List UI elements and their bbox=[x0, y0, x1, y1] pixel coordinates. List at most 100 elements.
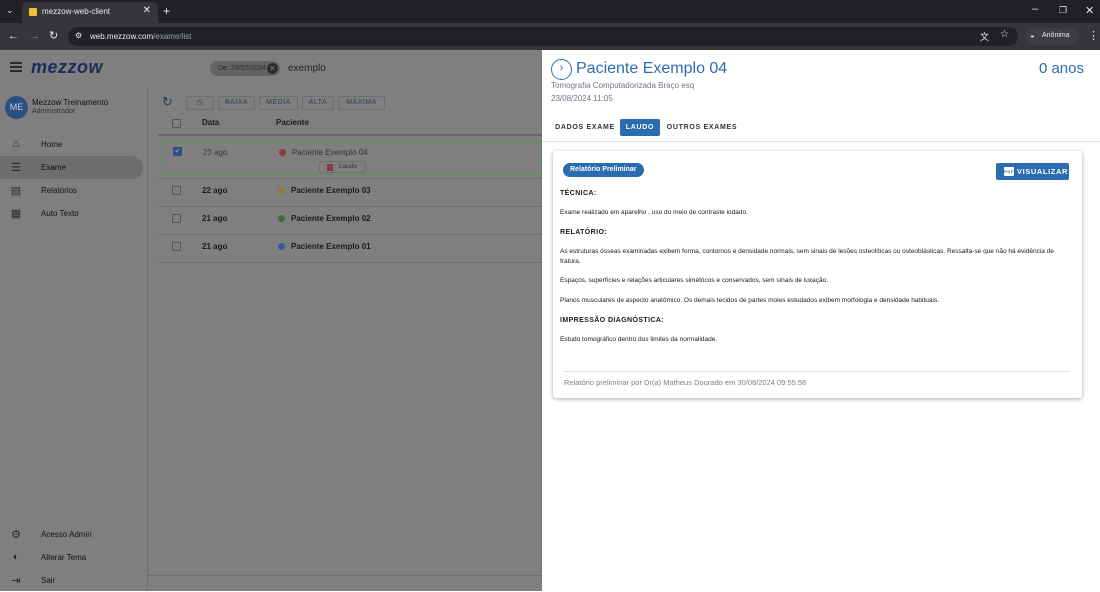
priority-maxima-button[interactable]: MÁXIMA bbox=[338, 96, 385, 110]
table-row[interactable]: ✓ 23 ago Paciente Exemplo 04 Laudo bbox=[161, 142, 542, 175]
sidebar-item-label: Acesso Admin bbox=[41, 530, 92, 539]
clear-filter-icon[interactable]: ✕ bbox=[267, 63, 278, 74]
column-header-paciente[interactable]: Paciente bbox=[276, 118, 309, 127]
browser-tab-bar: ⌄ mezzow-web-client ✕ + – ❐ ✕ bbox=[0, 0, 1100, 23]
back-arrow-icon[interactable]: ← bbox=[8, 30, 19, 42]
collapse-panel-button[interactable]: › bbox=[551, 59, 572, 80]
sidebar-item-relatorios[interactable]: ▤ Relatórios bbox=[0, 179, 143, 202]
user-role: Administrador bbox=[32, 108, 76, 115]
incognito-icon: ◒ bbox=[1030, 31, 1035, 40]
row-patient-name: Paciente Exemplo 03 bbox=[291, 186, 371, 195]
url-text: web.mezzow.com/exame/list bbox=[90, 32, 192, 41]
status-dot bbox=[278, 215, 285, 222]
new-tab-icon[interactable]: + bbox=[163, 4, 170, 18]
laudo-chip[interactable]: Laudo bbox=[319, 161, 366, 173]
hamburger-menu-icon[interactable] bbox=[10, 62, 22, 72]
row-checkbox[interactable] bbox=[172, 186, 181, 195]
close-tab-icon[interactable]: ✕ bbox=[143, 5, 151, 16]
exam-list: ↻ ◷ BAIXA MÉDIA ALTA MÁXIMA Data Pacient… bbox=[148, 88, 542, 591]
tab-outros-exames[interactable]: OUTROS EXAMES bbox=[664, 119, 740, 136]
app-header: mezzow De: 29/02/2024 ✕ exemplo bbox=[0, 50, 542, 88]
row-checkbox[interactable] bbox=[172, 214, 181, 223]
chevron-right-icon: › bbox=[559, 62, 564, 74]
profile-label: Anônima bbox=[1042, 32, 1070, 39]
auto-text-icon: ▦ bbox=[10, 208, 22, 220]
tab-laudo[interactable]: LAUDO bbox=[620, 119, 660, 136]
sidebar-item-label: Auto Texto bbox=[41, 209, 79, 218]
reload-icon[interactable]: ↻ bbox=[49, 29, 58, 42]
bookmark-star-icon[interactable]: ☆ bbox=[1000, 29, 1009, 40]
close-window-icon[interactable]: ✕ bbox=[1085, 4, 1094, 17]
date-filter-label: De: 29/02/2024 bbox=[218, 65, 266, 72]
report-signature: Relatório preliminar por Dr(a) Matheus D… bbox=[564, 378, 807, 387]
history-button[interactable]: ◷ bbox=[186, 96, 214, 110]
status-dot bbox=[278, 187, 285, 194]
sidebar-item-home[interactable]: ⌂ Home bbox=[0, 133, 143, 156]
pdf-icon bbox=[327, 164, 333, 171]
relatorio-paragraph: Espaços, superfícies e relações articula… bbox=[560, 277, 829, 284]
priority-media-button[interactable]: MÉDIA bbox=[259, 96, 298, 110]
sidebar-item-label: Alterar Tema bbox=[41, 553, 87, 562]
pdf-icon: PDF bbox=[1004, 167, 1014, 176]
app-root: mezzow De: 29/02/2024 ✕ exemplo ME Mezzo… bbox=[0, 50, 1100, 591]
exam-description: Tomografia Computadorizada Braço esq bbox=[551, 81, 695, 90]
translate-icon[interactable]: 文 bbox=[980, 30, 989, 43]
sidebar-item-sair[interactable]: ⇥ Sair bbox=[0, 569, 143, 592]
tab-search-icon[interactable]: ⌄ bbox=[6, 5, 14, 16]
list-icon: ☰ bbox=[11, 162, 21, 174]
table-row[interactable]: 21 ago Paciente Exemplo 02 bbox=[161, 206, 542, 234]
column-header-data[interactable]: Data bbox=[202, 118, 219, 127]
restore-icon[interactable]: ❐ bbox=[1059, 5, 1067, 16]
table-row[interactable]: 21 ago Paciente Exemplo 01 bbox=[161, 234, 542, 262]
laudo-chip-label: Laudo bbox=[339, 163, 358, 170]
date-filter-chip[interactable]: De: 29/02/2024 ✕ bbox=[210, 61, 280, 76]
tecnica-text: Exame realizado em aparelho , uso do mei… bbox=[560, 209, 748, 216]
search-input[interactable]: exemplo bbox=[288, 63, 326, 74]
status-dot bbox=[279, 149, 286, 156]
favicon-icon bbox=[29, 8, 37, 16]
visualizar-button[interactable]: PDF VISUALIZAR bbox=[996, 163, 1069, 180]
row-date: 23 ago bbox=[203, 148, 228, 157]
sidebar-item-alterar-tema[interactable]: ◐ Alterar Tema bbox=[0, 546, 143, 569]
table-row[interactable]: 22 ago Paciente Exemplo 03 bbox=[161, 178, 542, 206]
priority-alta-button[interactable]: ALTA bbox=[302, 96, 334, 110]
list-bottom-divider bbox=[148, 575, 542, 576]
browser-tab-title: mezzow-web-client bbox=[42, 7, 111, 16]
url-field[interactable]: ⚙ web.mezzow.com/exame/list 文 ☆ bbox=[68, 27, 1018, 46]
browser-menu-icon[interactable]: ⋮ bbox=[1088, 29, 1099, 42]
address-bar: ← → ↻ ⚙ web.mezzow.com/exame/list 文 ☆ ◒ … bbox=[0, 23, 1100, 50]
minimize-icon[interactable]: – bbox=[1032, 3, 1038, 15]
user-name: Mezzow Treinamento bbox=[32, 98, 109, 107]
history-icon: ◷ bbox=[196, 99, 204, 106]
sidebar-item-label: Home bbox=[41, 140, 63, 149]
select-all-checkbox[interactable] bbox=[172, 119, 181, 128]
row-checkbox[interactable] bbox=[172, 242, 181, 251]
visualizar-label: VISUALIZAR bbox=[1017, 167, 1068, 176]
patient-age: 0 anos bbox=[1038, 60, 1084, 77]
priority-baixa-button[interactable]: BAIXA bbox=[218, 96, 255, 110]
site-info-icon[interactable]: ⚙ bbox=[75, 31, 82, 40]
forward-arrow-icon[interactable]: → bbox=[29, 30, 40, 42]
report-divider bbox=[564, 371, 1070, 372]
row-divider bbox=[158, 262, 542, 263]
tab-dados-exame[interactable]: DADOS EXAME bbox=[550, 119, 620, 136]
sidebar-item-exame[interactable]: ☰ Exame bbox=[0, 156, 143, 179]
row-patient-name: Paciente Exemplo 02 bbox=[291, 214, 371, 223]
report-icon: ▤ bbox=[10, 185, 22, 197]
sidebar-item-label: Sair bbox=[41, 576, 56, 585]
relatorio-paragraph: As estruturas ósseas examinadas exibem f… bbox=[560, 248, 1054, 265]
browser-tab[interactable]: mezzow-web-client ✕ bbox=[22, 2, 158, 23]
avatar[interactable]: ME bbox=[5, 96, 28, 119]
header-divider bbox=[158, 134, 542, 136]
refresh-icon[interactable]: ↻ bbox=[162, 94, 173, 110]
sidebar: ME Mezzow Treinamento Administrador ⌂ Ho… bbox=[0, 88, 148, 591]
patient-name: Paciente Exemplo 04 bbox=[576, 60, 728, 77]
sidebar-item-auto-texto[interactable]: ▦ Auto Texto bbox=[0, 202, 143, 225]
sidebar-item-label: Relatórios bbox=[41, 186, 78, 195]
row-checkbox[interactable]: ✓ bbox=[173, 147, 182, 156]
impressao-heading: IMPRESSÃO DIAGNÓSTICA: bbox=[560, 317, 665, 324]
sidebar-item-acesso-admin[interactable]: ⚙ Acesso Admin bbox=[0, 523, 143, 546]
incognito-profile-button[interactable]: ◒ Anônima bbox=[1025, 28, 1079, 45]
status-badge: Relatório Preliminar bbox=[563, 163, 644, 177]
exam-datetime: 23/08/2024 11:05 bbox=[551, 94, 613, 103]
